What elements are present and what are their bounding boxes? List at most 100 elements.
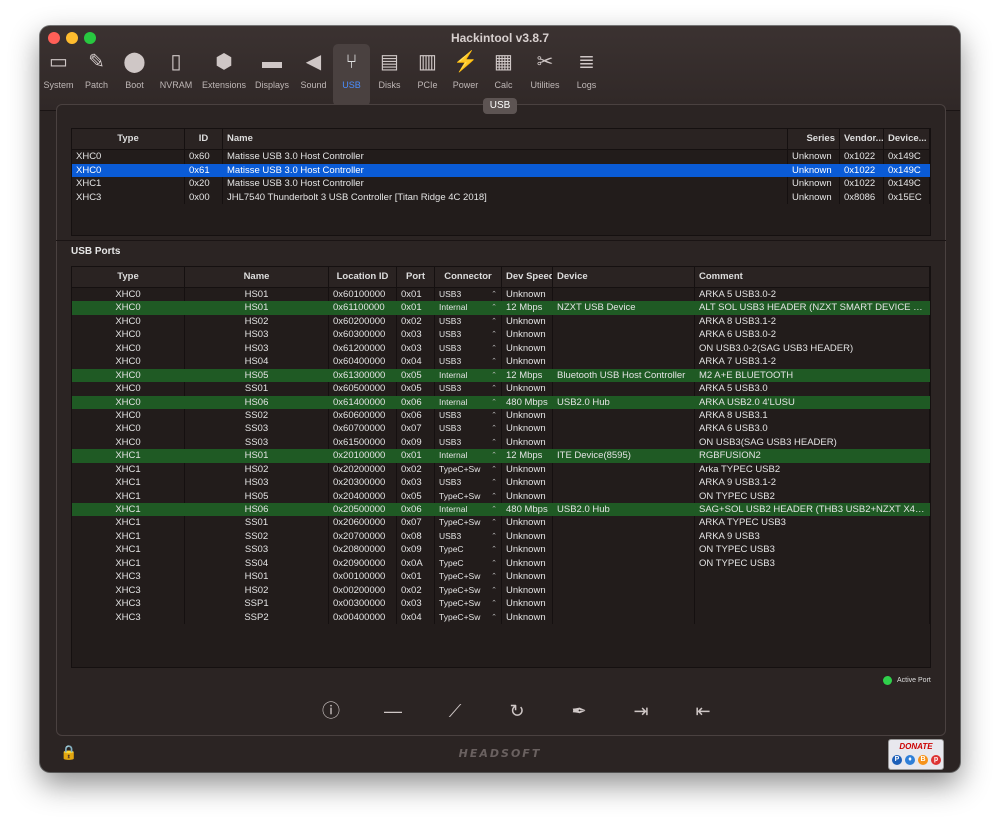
toolbar-item-sound[interactable]: ◀ Sound — [295, 44, 332, 106]
remove-icon[interactable]: — — [362, 698, 424, 724]
ports-header-6[interactable]: Device — [553, 267, 695, 287]
controllers-header-5[interactable]: Device... — [884, 129, 930, 149]
port-cell-conn[interactable]: USB3 ⌃ — [435, 341, 502, 356]
port-cell-conn[interactable]: TypeC+Sw ⌃ — [435, 462, 502, 477]
calc-icon: ▦ — [494, 51, 513, 73]
controllers-header-4[interactable]: Vendor... — [840, 129, 884, 149]
ports-header-7[interactable]: Comment — [695, 267, 930, 287]
port-cell-conn[interactable]: USB3 ⌃ — [435, 314, 502, 329]
port-row[interactable]: XHC0 HS01 0x61100000 0x01 Internal ⌃ 12 Mbps NZ… — [72, 301, 930, 315]
controllers-header-1[interactable]: ID — [185, 129, 223, 149]
controller-row[interactable]: XHC0 0x60 Matisse USB 3.0 Host Controller U… — [72, 150, 930, 164]
port-cell-conn[interactable]: USB3 ⌃ — [435, 288, 502, 302]
port-cell-conn[interactable]: USB3 ⌃ — [435, 422, 502, 436]
port-cell-conn[interactable]: USB3 ⌃ — [435, 328, 502, 342]
port-cell-conn[interactable]: TypeC ⌃ — [435, 556, 502, 571]
toolbar-item-disks[interactable]: ▤ Disks — [371, 44, 408, 106]
toolbar-item-logs[interactable]: ≣ Logs — [568, 44, 605, 106]
toolbar-item-boot[interactable]: ⬤ Boot — [116, 44, 153, 106]
port-cell-conn[interactable]: Internal ⌃ — [435, 301, 502, 315]
port-cell-conn[interactable]: Internal ⌃ — [435, 503, 502, 517]
port-row[interactable]: XHC0 HS03 0x61200000 0x03 USB3 ⌃ Unknown ON USB… — [72, 341, 930, 356]
toolbar-item-displays[interactable]: ▬ Displays — [250, 44, 294, 106]
port-cell-conn[interactable]: Internal ⌃ — [435, 449, 502, 463]
port-row[interactable]: XHC0 HS05 0x61300000 0x05 Internal ⌃ 12 Mbps Bl… — [72, 368, 930, 383]
toolbar-item-extensions[interactable]: ⬢ Extensions — [199, 44, 249, 106]
port-row[interactable]: XHC1 HS01 0x20100000 0x01 Internal ⌃ 12 Mbps IT… — [72, 449, 930, 463]
port-cell-conn[interactable]: Internal ⌃ — [435, 368, 502, 383]
toolbar-item-patch[interactable]: ✎ Patch — [78, 44, 115, 106]
port-row[interactable]: XHC0 HS03 0x60300000 0x03 USB3 ⌃ Unknown ARKA 6… — [72, 328, 930, 342]
port-cell-conn[interactable]: TypeC+Sw ⌃ — [435, 610, 502, 624]
controller-row[interactable]: XHC0 0x61 Matisse USB 3.0 Host Controller U… — [72, 163, 930, 177]
port-cell-comment: Arka TYPEC USB2 — [695, 462, 930, 477]
ports-header-2[interactable]: Location ID — [329, 267, 397, 287]
toolbar-item-utilities[interactable]: ✂ Utilities — [523, 44, 567, 106]
port-cell-comment — [695, 570, 930, 584]
port-cell-conn[interactable]: TypeC ⌃ — [435, 543, 502, 557]
controllers-header-3[interactable]: Series — [788, 129, 840, 149]
donate-button[interactable]: DONATE P ♦ B p — [888, 739, 944, 770]
chevron-updown-icon: ⌃ — [491, 344, 497, 352]
port-row[interactable]: XHC1 HS03 0x20300000 0x03 USB3 ⌃ Unknown ARKA 9… — [72, 476, 930, 490]
toolbar-item-usb[interactable]: ⑂ USB — [333, 44, 370, 106]
port-cell-speed: Unknown — [502, 382, 553, 396]
port-cell-conn[interactable]: USB3 ⌃ — [435, 408, 502, 423]
info-icon[interactable]: ⓘ — [300, 698, 362, 724]
ports-header-5[interactable]: Dev Speed — [502, 267, 553, 287]
port-cell-loc: 0x61500000 — [329, 435, 397, 450]
port-row[interactable]: XHC1 SS01 0x20600000 0x07 TypeC+Sw ⌃ Unknown AR… — [72, 516, 930, 530]
port-row[interactable]: XHC0 HS01 0x60100000 0x01 USB3 ⌃ Unknown ARKA 5… — [72, 288, 930, 302]
port-cell-conn[interactable]: TypeC+Sw ⌃ — [435, 597, 502, 611]
port-cell-conn[interactable]: TypeC+Sw ⌃ — [435, 489, 502, 503]
port-row[interactable]: XHC3 SSP2 0x00400000 0x04 TypeC+Sw ⌃ Unknown — [72, 610, 930, 624]
port-row[interactable]: XHC1 HS05 0x20400000 0x05 TypeC+Sw ⌃ Unknown ON… — [72, 489, 930, 503]
port-row[interactable]: XHC0 SS03 0x61500000 0x09 USB3 ⌃ Unknown ON USB… — [72, 435, 930, 450]
ports-header-4[interactable]: Connector — [435, 267, 502, 287]
toolbar-item-calc[interactable]: ▦ Calc — [485, 44, 522, 106]
port-row[interactable]: XHC1 SS04 0x20900000 0x0A TypeC ⌃ Unknown ON TY… — [72, 556, 930, 571]
port-cell-conn[interactable]: USB3 ⌃ — [435, 382, 502, 396]
controller-row[interactable]: XHC3 0x00 JHL7540 Thunderbolt 3 USB Contro… — [72, 190, 930, 204]
toolbar-item-pcie[interactable]: ▥ PCIe — [409, 44, 446, 106]
donate-label: DONATE — [899, 742, 933, 751]
port-row[interactable]: XHC1 SS02 0x20700000 0x08 USB3 ⌃ Unknown ARKA 9… — [72, 529, 930, 544]
port-cell-conn[interactable]: USB3 ⌃ — [435, 435, 502, 450]
port-row[interactable]: XHC0 HS04 0x60400000 0x04 USB3 ⌃ Unknown ARKA 7… — [72, 355, 930, 369]
port-row[interactable]: XHC0 SS01 0x60500000 0x05 USB3 ⌃ Unknown ARKA 5… — [72, 382, 930, 396]
port-cell-conn[interactable]: USB3 ⌃ — [435, 476, 502, 490]
port-row[interactable]: XHC3 HS01 0x00100000 0x01 TypeC+Sw ⌃ Unknown — [72, 570, 930, 584]
port-cell-name: HS05 — [185, 368, 329, 383]
export-icon[interactable]: ⇤ — [672, 698, 734, 724]
port-row[interactable]: XHC1 HS06 0x20500000 0x06 Internal ⌃ 480 Mbps U… — [72, 503, 930, 517]
ports-header-3[interactable]: Port — [397, 267, 435, 287]
broom-icon[interactable]: ⟋ — [424, 698, 486, 724]
controllers-header-2[interactable]: Name — [223, 129, 788, 149]
chevron-updown-icon: ⌃ — [491, 506, 497, 513]
inject-icon[interactable]: ✒ — [548, 698, 610, 724]
port-cell-conn[interactable]: TypeC+Sw ⌃ — [435, 570, 502, 584]
port-cell-comment — [695, 610, 930, 624]
port-row[interactable]: XHC0 HS02 0x60200000 0x02 USB3 ⌃ Unknown ARKA 8… — [72, 314, 930, 329]
port-row[interactable]: XHC1 SS03 0x20800000 0x09 TypeC ⌃ Unknown ON TY… — [72, 543, 930, 557]
port-cell-conn[interactable]: TypeC+Sw ⌃ — [435, 516, 502, 530]
toolbar-item-system[interactable]: ▭ System — [40, 44, 77, 106]
port-cell-conn[interactable]: USB3 ⌃ — [435, 355, 502, 369]
controller-row[interactable]: XHC1 0x20 Matisse USB 3.0 Host Controller U… — [72, 177, 930, 191]
ports-header-1[interactable]: Name — [185, 267, 329, 287]
toolbar-item-nvram[interactable]: ▯ NVRAM — [154, 44, 198, 106]
port-cell-conn[interactable]: TypeC+Sw ⌃ — [435, 583, 502, 598]
port-cell-conn[interactable]: USB3 ⌃ — [435, 529, 502, 544]
refresh-icon[interactable]: ↻ — [486, 698, 548, 724]
ports-header-0[interactable]: Type — [72, 267, 185, 287]
port-row[interactable]: XHC0 SS02 0x60600000 0x06 USB3 ⌃ Unknown ARKA 8… — [72, 408, 930, 423]
controllers-header-0[interactable]: Type — [72, 129, 185, 149]
port-row[interactable]: XHC0 SS03 0x60700000 0x07 USB3 ⌃ Unknown ARKA 6… — [72, 422, 930, 436]
toolbar-item-power[interactable]: ⚡ Power — [447, 44, 484, 106]
port-row[interactable]: XHC1 HS02 0x20200000 0x02 TypeC+Sw ⌃ Unknown Ar… — [72, 462, 930, 477]
port-row[interactable]: XHC3 SSP1 0x00300000 0x03 TypeC+Sw ⌃ Unknown — [72, 597, 930, 611]
port-cell-conn[interactable]: Internal ⌃ — [435, 395, 502, 409]
import-icon[interactable]: ⇥ — [610, 698, 672, 724]
port-row[interactable]: XHC0 HS06 0x61400000 0x06 Internal ⌃ 480 Mbps U… — [72, 395, 930, 409]
port-row[interactable]: XHC3 HS02 0x00200000 0x02 TypeC+Sw ⌃ Unknown — [72, 583, 930, 598]
